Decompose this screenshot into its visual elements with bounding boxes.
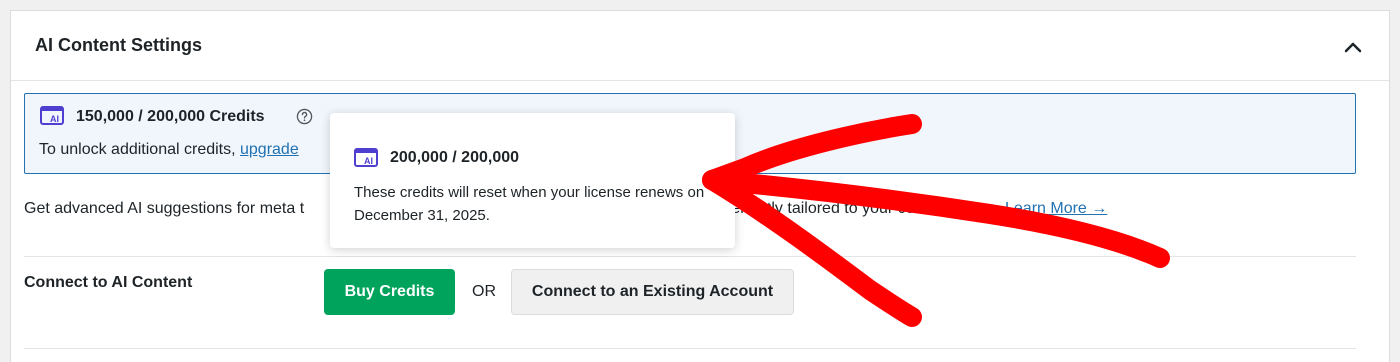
credits-count: 150,000 / 200,000 Credits [76,108,265,125]
ai-card-icon: AI [354,148,378,167]
buy-credits-button[interactable]: Buy Credits [324,269,455,315]
svg-text:AI: AI [364,156,373,166]
ai-description-start: Get advanced AI suggestions for meta t [24,200,305,217]
learn-more-link[interactable]: Learn More → [1005,200,1107,218]
chevron-up-icon [1344,42,1362,53]
collapse-button[interactable] [1339,33,1367,61]
or-separator: OR [472,283,496,300]
svg-text:AI: AI [50,114,59,124]
divider [24,348,1356,349]
question-circle-icon[interactable] [296,108,313,125]
upgrade-link[interactable]: upgrade [240,141,299,158]
panel-title: AI Content Settings [35,35,202,55]
unlock-credits-text: To unlock additional credits, upgrade [39,141,299,159]
connect-label: Connect to AI Content [24,274,193,291]
tooltip-title: 200,000 / 200,000 [390,149,520,166]
unlock-label: To unlock additional credits, [39,141,240,158]
ai-card-icon: AI [40,106,64,125]
tooltip-body: These credits will reset when your licen… [354,184,705,224]
credits-tooltip: AI 200,000 / 200,000 These credits will … [330,113,735,248]
connect-existing-account-button[interactable]: Connect to an Existing Account [511,269,794,315]
ai-description-end: all perfectly tailored to your cont [702,200,928,217]
panel-header[interactable]: AI Content Settings [11,11,1389,81]
divider [24,256,1356,257]
